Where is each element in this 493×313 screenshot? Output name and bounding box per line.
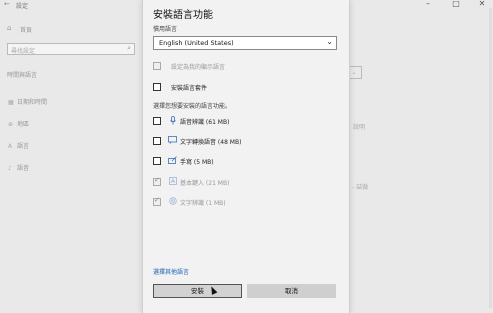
search-placeholder: 尋找設定 [11,48,36,55]
home-icon[interactable]: ⌂ [7,24,11,32]
section-title: 時間與語言 [7,72,38,79]
install-language-features-dialog: 安裝語言功能 慣用語言 English (United States) ⌄ 設定… [142,0,350,313]
maximize-icon[interactable]: □ [446,0,466,8]
basic-typing-checkbox [153,176,161,186]
window-title: 設定 [16,3,29,10]
nav-item-label: 語音 [17,165,30,172]
handwriting-icon [168,156,177,166]
dialog-title: 安裝語言功能 [153,10,213,21]
scrollbar[interactable] [489,8,492,308]
language-icon: A [8,143,13,150]
minimize-icon[interactable]: – [418,0,438,8]
install-button[interactable]: 安裝 [153,284,242,298]
feature-label: 文字轉換語音 (48 MB) [180,139,242,146]
option-label: 設定為我的顯示語言 [171,64,226,71]
search-input[interactable]: 尋找設定 ⌕ [7,43,135,55]
ocr-checkbox [153,196,161,206]
choose-another-language-link[interactable]: 選擇其他語言 [153,267,189,276]
calendar-icon: ▦ [8,99,14,106]
feature-label: 語音辨識 (61 MB) [180,119,230,126]
preferred-language-label: 慣用語言 [153,26,178,33]
nav-item-region[interactable]: ⊕ 地區 [8,119,29,128]
microphone-icon [168,116,177,127]
features-section-label: 選擇您想要安裝的語言功能。 [153,103,232,110]
feature-label: 基本鍵入 (21 MB) [180,180,230,187]
feature-label: 手寫 (5 MB) [180,159,214,166]
chevron-down-icon: ⌄ [326,37,333,46]
feature-label: 文字辨識 (1 MB) [180,200,226,207]
search-icon: ⌕ [127,44,131,52]
language-select[interactable]: English (United States) ⌄ [153,36,337,50]
cancel-button[interactable]: 取消 [247,284,336,298]
close-icon[interactable]: ✕ [472,0,492,8]
ocr-icon [168,197,177,207]
background-text-fragment: 說明 [353,124,366,131]
speech-recognition-checkbox[interactable] [153,117,161,125]
nav-item-label: 日期和時間 [17,99,48,106]
nav-item-date-time[interactable]: ▦ 日期和時間 [8,97,47,106]
handwriting-checkbox[interactable] [153,157,161,165]
install-language-pack-checkbox[interactable] [153,83,161,91]
background-text-fragment: - 喆微 [352,184,369,191]
globe-icon: ⊕ [8,121,14,128]
text-to-speech-icon [168,136,177,146]
typing-icon [168,177,177,187]
set-display-language-checkbox [153,62,161,70]
microphone-icon: ♪ [8,165,12,172]
nav-item-label: 地區 [17,121,30,128]
option-label: 安裝語言套件 [171,85,208,92]
nav-item-language[interactable]: A 語言 [8,141,29,150]
back-arrow-icon[interactable]: ← [4,0,10,8]
text-to-speech-checkbox[interactable] [153,137,161,145]
language-select-value: English (United States) [159,39,234,47]
nav-item-label: 語言 [17,143,30,150]
nav-item-speech[interactable]: ♪ 語音 [8,163,29,172]
home-link[interactable]: 首頁 [20,25,32,34]
